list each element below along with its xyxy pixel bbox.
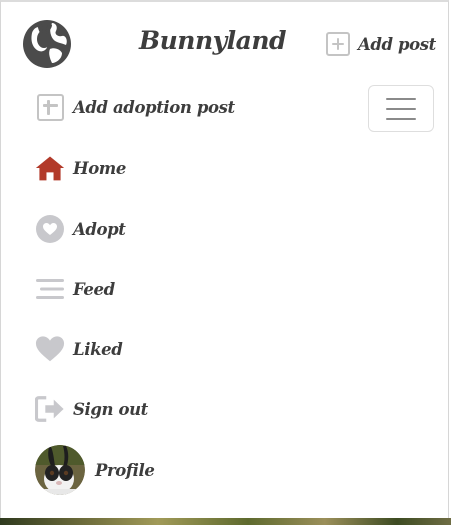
menu-item-home[interactable]: Home bbox=[35, 151, 126, 185]
menu-item-label: Sign out bbox=[73, 399, 148, 419]
menu-item-label: Home bbox=[73, 158, 126, 178]
heart-circle-icon bbox=[36, 215, 64, 243]
brand-title[interactable]: Bunnyland bbox=[139, 26, 287, 55]
plus-square-icon bbox=[35, 92, 65, 122]
menu-item-add-adoption-post[interactable]: Add adoption post bbox=[35, 90, 235, 124]
lines-icon bbox=[36, 279, 64, 299]
bunny-globe-logo[interactable] bbox=[22, 19, 72, 69]
avatar bbox=[35, 445, 85, 495]
menu-item-feed[interactable]: Feed bbox=[35, 272, 115, 306]
plus-square-icon bbox=[326, 32, 350, 56]
menu-item-liked[interactable]: Liked bbox=[35, 332, 123, 366]
menu-item-sign-out[interactable]: Sign out bbox=[35, 392, 148, 426]
menu-item-label: Adopt bbox=[73, 219, 126, 239]
add-post-link[interactable]: Add post bbox=[326, 30, 436, 58]
menu-item-adopt[interactable]: Adopt bbox=[35, 212, 126, 246]
menu-item-label: Add adoption post bbox=[73, 97, 235, 117]
sign-out-icon bbox=[35, 396, 64, 422]
menu-item-label: Liked bbox=[73, 339, 123, 359]
home-icon bbox=[35, 156, 65, 181]
navbar-toggle-button[interactable] bbox=[368, 85, 434, 132]
hamburger-line bbox=[386, 97, 416, 100]
hero-image-edge bbox=[0, 518, 451, 525]
hamburger-line bbox=[386, 117, 416, 120]
hamburger-line bbox=[386, 107, 416, 110]
add-post-label: Add post bbox=[358, 34, 436, 54]
navbar: Bunnyland Add post bbox=[0, 0, 451, 85]
menu-item-label: Feed bbox=[73, 279, 115, 299]
menu-item-label: Profile bbox=[95, 460, 155, 480]
menu-item-profile[interactable]: Profile bbox=[35, 445, 155, 495]
heart-icon bbox=[35, 336, 65, 362]
